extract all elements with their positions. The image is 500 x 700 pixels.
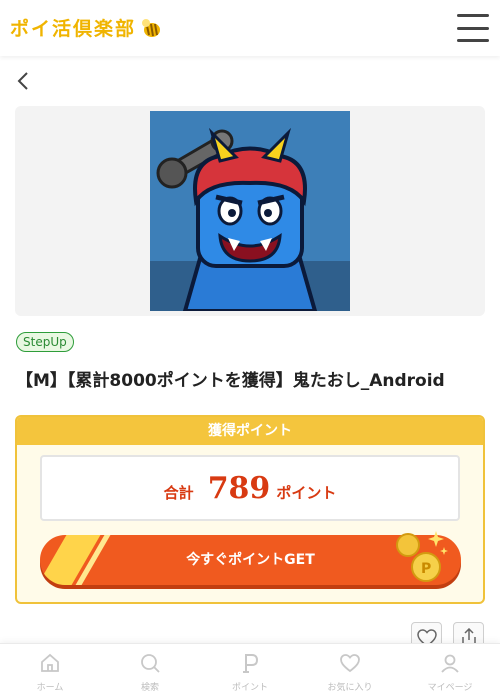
heart-icon <box>340 654 360 673</box>
site-logo[interactable]: ポイ活倶楽部 <box>10 14 162 41</box>
chevron-left-icon[interactable] <box>14 70 34 92</box>
oni-game-icon <box>150 111 350 311</box>
points-total-label: 合計 <box>163 484 194 502</box>
tab-points[interactable]: ポイント <box>200 644 300 700</box>
tab-label: ホーム <box>36 683 64 693</box>
search-icon <box>141 654 160 673</box>
top-header: ポイ活倶楽部 <box>0 0 500 56</box>
offer-title: 【M】【累計8000ポイントを獲得】鬼たおし_Android <box>16 371 445 391</box>
tab-favorites[interactable]: お気に入り <box>300 644 400 700</box>
tab-home[interactable]: ホーム <box>0 644 100 700</box>
menu-line <box>457 14 489 17</box>
tab-search[interactable]: 検索 <box>100 644 200 700</box>
svg-text:P: P <box>421 561 431 577</box>
coins-icon: P <box>396 531 448 582</box>
points-total-box: 合計 789 ポイント <box>40 455 460 521</box>
menu-line <box>457 26 489 30</box>
tab-label: 検索 <box>140 683 159 693</box>
offer-banner <box>15 106 485 316</box>
tab-mypage[interactable]: マイページ <box>400 644 500 700</box>
points-card: 獲得ポイント 合計 789 ポイント 今すぐポイントGET P <box>15 415 485 604</box>
menu-line <box>457 39 489 42</box>
hamburger-menu-icon[interactable] <box>457 14 489 42</box>
offer-tag: StepUp <box>16 332 74 352</box>
user-icon <box>441 654 459 673</box>
points-unit: ポイント <box>276 484 337 502</box>
tab-label: お気に入り <box>327 683 373 693</box>
points-value: 789 <box>207 471 271 506</box>
logo-text: ポイ活倶楽部 <box>10 18 137 40</box>
home-icon <box>41 653 59 672</box>
points-header: 獲得ポイント <box>17 417 483 445</box>
tab-label: ポイント <box>231 683 268 693</box>
point-icon <box>243 654 259 673</box>
bee-icon <box>142 18 161 37</box>
tab-label: マイページ <box>427 683 473 693</box>
bottom-tab-bar: ホーム 検索 ポイント お気に入り マイページ <box>0 643 500 700</box>
